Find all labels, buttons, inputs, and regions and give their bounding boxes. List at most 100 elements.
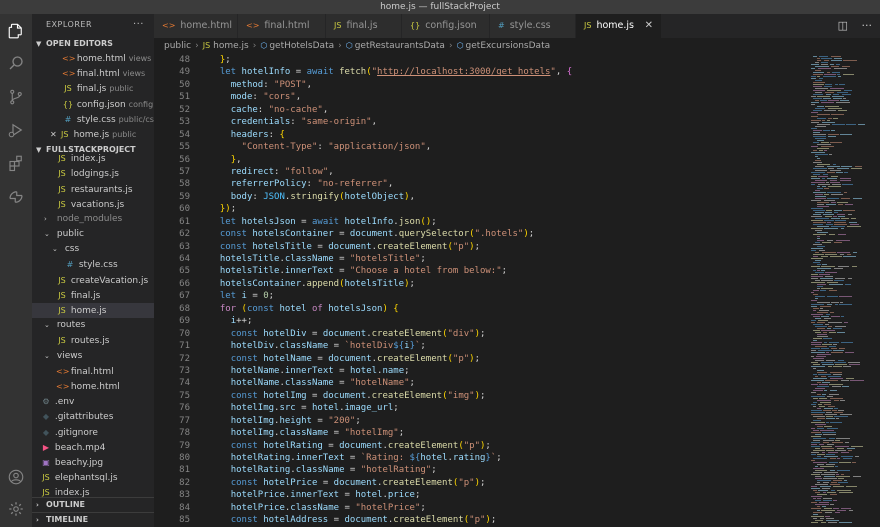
breadcrumb-item[interactable]: public	[164, 41, 191, 51]
code-line[interactable]: credentials: "same-origin",	[209, 116, 807, 128]
file-item[interactable]: ◆ .gitignore	[32, 425, 154, 440]
run-debug-icon[interactable]	[0, 115, 32, 145]
settings-gear-icon[interactable]	[0, 494, 32, 524]
file-item[interactable]: JS restaurants.js	[32, 182, 154, 197]
code-line[interactable]: hotelName.innerText = hotel.name;	[209, 365, 807, 377]
source-control-icon[interactable]	[0, 82, 32, 112]
file-item[interactable]: # style.css	[32, 257, 154, 272]
editor-tab[interactable]: JS home.js ✕	[576, 14, 662, 38]
code-line[interactable]: method: "POST",	[209, 79, 807, 91]
code-line[interactable]: hotelsTitle.className = "hotelsTitle";	[209, 253, 807, 265]
code-lines[interactable]: }; let hotelInfo = await fetch("http://l…	[209, 54, 807, 527]
code-line[interactable]: for (const hotel of hotelsJson) {	[209, 303, 807, 315]
folder-item[interactable]: ⌄ routes	[32, 318, 154, 333]
code-line[interactable]: let hotelsJson = await hotelInfo.json();	[209, 216, 807, 228]
file-item[interactable]: ⚙ .env	[32, 394, 154, 409]
code-line[interactable]: mode: "cors",	[209, 91, 807, 103]
code-line[interactable]: });	[209, 203, 807, 215]
open-editors-header[interactable]: ▼ OPEN EDITORS	[32, 36, 154, 51]
editor-tab[interactable]: <> home.html	[154, 14, 238, 38]
code-line[interactable]: hotelImg.height = "200";	[209, 415, 807, 427]
code-line[interactable]: const hotelsTitle = document.createEleme…	[209, 241, 807, 253]
breadcrumb-item[interactable]: getExcursionsData	[466, 41, 551, 51]
remote-icon[interactable]	[0, 182, 32, 212]
more-actions-icon[interactable]: ···	[862, 19, 873, 32]
outline-section[interactable]: › OUTLINE	[32, 497, 154, 512]
file-item[interactable]: JS elephantsql.js	[32, 470, 154, 485]
minimap-line	[815, 88, 828, 89]
code-line[interactable]: hotelPrice.innerText = hotel.price;	[209, 489, 807, 501]
code-line[interactable]: hotelsContainer.append(hotelsTitle);	[209, 278, 807, 290]
code-line[interactable]: hotelRating.innerText = `Rating: ${hotel…	[209, 452, 807, 464]
folder-item[interactable]: ⌄ public	[32, 227, 154, 242]
open-editor-item[interactable]: <> final.html views	[32, 66, 154, 81]
more-actions-icon[interactable]: ···	[133, 14, 144, 36]
file-item[interactable]: ▣ beachy.jpg	[32, 455, 154, 470]
open-editor-item[interactable]: {} config.json config	[32, 97, 154, 112]
code-line[interactable]: hotelImg.src = hotel.image_url;	[209, 402, 807, 414]
timeline-section[interactable]: › TIMELINE	[32, 512, 154, 527]
code-line[interactable]: "Content-Type": "application/json",	[209, 141, 807, 153]
open-editor-item[interactable]: ✕ JS home.js public	[32, 127, 154, 142]
file-item[interactable]: ▶ beach.mp4	[32, 440, 154, 455]
file-item[interactable]: ◆ .gitattributes	[32, 409, 154, 424]
folder-item[interactable]: › node_modules	[32, 212, 154, 227]
code-line[interactable]: const hotelName = document.createElement…	[209, 353, 807, 365]
code-line[interactable]: hotelPrice.className = "hotelPrice";	[209, 502, 807, 514]
code-line[interactable]: const hotelRating = document.createEleme…	[209, 440, 807, 452]
code-line[interactable]: const hotelsContainer = document.querySe…	[209, 228, 807, 240]
minimap-line	[835, 326, 846, 327]
file-item[interactable]: JS final.js	[32, 288, 154, 303]
code-editor[interactable]: 48 49 50 51 52 53 54 55 56 57 58 59 60 61 62 63 64 65 66 67…	[154, 54, 809, 527]
editor-tab[interactable]: # style.css	[490, 14, 576, 38]
file-item[interactable]: JS index.js	[32, 151, 154, 166]
code-line[interactable]: const hotelImg = document.createElement(…	[209, 390, 807, 402]
file-item[interactable]: JS createVacation.js	[32, 273, 154, 288]
code-line[interactable]: let hotelInfo = await fetch("http://loca…	[209, 66, 807, 78]
file-item[interactable]: JS routes.js	[32, 333, 154, 348]
open-editor-item[interactable]: # style.csspublic/css	[32, 112, 154, 127]
close-icon[interactable]: ✕	[645, 14, 653, 38]
open-editor-item[interactable]: JS final.js public	[32, 81, 154, 96]
file-item[interactable]: JS home.js	[32, 303, 154, 319]
breadcrumb-item[interactable]: getHotelsData	[269, 41, 334, 51]
editor-tab[interactable]: JS final.js	[326, 14, 402, 38]
file-item[interactable]: JS lodgings.js	[32, 166, 154, 181]
files-icon[interactable]	[0, 16, 32, 46]
code-line[interactable]: const hotelDiv = document.createElement(…	[209, 328, 807, 340]
code-line[interactable]: let i = 0;	[209, 290, 807, 302]
folder-item[interactable]: ⌄ css	[32, 242, 154, 257]
editor-tab[interactable]: {} config.json	[402, 14, 490, 38]
breadcrumb-item[interactable]: getRestaurantsData	[355, 41, 445, 51]
code-line[interactable]: hotelRating.className = "hotelRating";	[209, 464, 807, 476]
code-line[interactable]: referrerPolicy: "no-referrer",	[209, 178, 807, 190]
code-line[interactable]: const hotelPrice = document.createElemen…	[209, 477, 807, 489]
folder-item[interactable]: ⌄ views	[32, 349, 154, 364]
extensions-icon[interactable]	[0, 148, 32, 178]
open-editor-item[interactable]: <> home.html views	[32, 51, 154, 66]
code-line[interactable]: const hotelAddress = document.createElem…	[209, 514, 807, 526]
code-line[interactable]: hotelName.className = "hotelName";	[209, 377, 807, 389]
minimap[interactable]	[809, 54, 880, 527]
minimap-line	[848, 362, 860, 363]
file-item[interactable]: JS vacations.js	[32, 197, 154, 212]
editor-tab[interactable]: <> final.html	[238, 14, 326, 38]
breadcrumb-item[interactable]: home.js	[213, 41, 249, 51]
code-line[interactable]: hotelImg.className = "hotelImg";	[209, 427, 807, 439]
minimap-line	[811, 146, 818, 147]
search-icon[interactable]	[0, 48, 32, 78]
code-line[interactable]: headers: {	[209, 129, 807, 141]
code-line[interactable]: redirect: "follow",	[209, 166, 807, 178]
code-line[interactable]: body: JSON.stringify(hotelObject),	[209, 191, 807, 203]
split-editor-icon[interactable]: ◫	[838, 19, 848, 32]
file-item[interactable]: <> final.html	[32, 364, 154, 379]
code-line[interactable]: hotelDiv.className = `hotelDiv${i}`;	[209, 340, 807, 352]
close-icon[interactable]: ✕	[50, 130, 57, 139]
code-line[interactable]: },	[209, 154, 807, 166]
code-line[interactable]: i++;	[209, 315, 807, 327]
file-item[interactable]: <> home.html	[32, 379, 154, 394]
code-line[interactable]: };	[209, 54, 807, 66]
account-icon[interactable]	[0, 462, 32, 492]
code-line[interactable]: cache: "no-cache",	[209, 104, 807, 116]
code-line[interactable]: hotelsTitle.innerText = "Choose a hotel …	[209, 265, 807, 277]
